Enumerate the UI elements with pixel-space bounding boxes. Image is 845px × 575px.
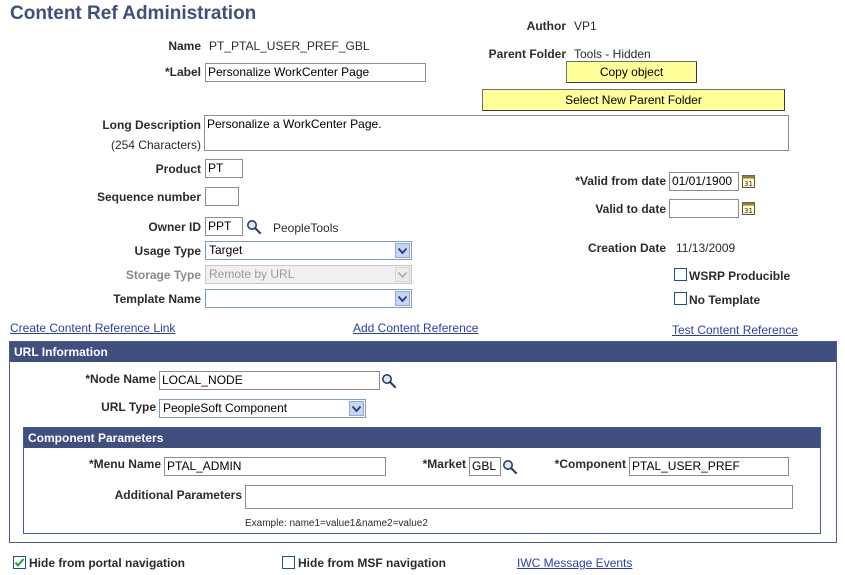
no-template-label: No Template [689,293,761,307]
hide-from-portal-checkbox[interactable] [13,556,26,569]
component-parameters-header: Component Parameters [24,428,820,448]
sequence-number-label: Sequence number [96,190,201,204]
copy-object-button[interactable]: Copy object [566,61,697,83]
long-description-label: Long Description [102,118,201,132]
calendar-icon[interactable]: 31 [742,175,755,188]
create-content-reference-link[interactable]: Create Content Reference Link [10,321,175,335]
add-content-reference-link[interactable]: Add Content Reference [353,321,478,335]
additional-parameters-example: Example: name1=value1&name2=value2 [245,518,428,529]
storage-type-label: Storage Type [125,268,201,282]
node-name-label: *Node Name [85,372,156,386]
parent-folder-label: Parent Folder [488,47,566,61]
additional-parameters-label: Additional Parameters [114,488,242,502]
owner-id-description: PeopleTools [273,221,339,235]
iwc-message-events-link[interactable]: IWC Message Events [517,556,632,570]
chevron-down-icon[interactable] [349,401,364,416]
storage-type-value: Remote by URL [209,267,295,281]
long-description-limit: (254 Characters) [110,138,201,152]
sequence-number-input[interactable] [205,187,239,206]
owner-id-lookup-icon[interactable] [246,219,262,235]
wsrp-producible-label: WSRP Producible [689,269,791,283]
hide-from-msf-label: Hide from MSF navigation [298,556,447,570]
author-label: Author [526,19,566,33]
creation-date-label: Creation Date [587,241,666,255]
checkmark-icon [14,558,25,568]
calendar-icon[interactable]: 31 [742,202,755,215]
valid-to-date-input[interactable] [669,199,739,218]
usage-type-label: Usage Type [134,244,201,258]
valid-to-date-label: Valid to date [595,202,666,216]
product-input[interactable]: PT [205,159,243,178]
label-label: *Label [164,65,201,79]
wsrp-producible-checkbox[interactable] [674,268,687,281]
url-type-label: URL Type [101,400,156,414]
chevron-down-icon[interactable] [395,291,410,306]
product-label: Product [155,162,201,176]
valid-from-date-input[interactable]: 01/01/1900 [669,172,739,191]
parent-folder-value: Tools - Hidden [574,47,651,61]
url-information-header: URL Information [10,342,836,362]
no-template-checkbox[interactable] [674,292,687,305]
template-name-select[interactable] [205,289,412,308]
additional-parameters-input[interactable] [245,485,793,509]
name-label: Name [168,39,201,53]
node-name-input[interactable]: LOCAL_NODE [159,371,380,390]
owner-id-label: Owner ID [148,220,201,234]
market-lookup-icon[interactable] [502,459,518,475]
market-input[interactable]: GBL [469,457,501,476]
market-label: *Market [422,457,466,471]
svg-text:31: 31 [744,180,753,188]
owner-id-input[interactable]: PPT [205,217,243,236]
hide-from-msf-checkbox[interactable] [282,556,295,569]
usage-type-select[interactable]: Target [205,241,412,260]
author-value: VP1 [574,19,597,33]
node-name-lookup-icon[interactable] [381,373,397,389]
valid-from-date-label: *Valid from date [575,174,666,188]
test-content-reference-link[interactable]: Test Content Reference [672,323,798,337]
chevron-down-icon[interactable] [395,243,410,258]
long-description-input[interactable]: Personalize a WorkCenter Page. [204,115,789,151]
usage-type-value: Target [209,243,243,257]
name-value: PT_PTAL_USER_PREF_GBL [209,39,370,53]
menu-name-label: *Menu Name [88,457,161,471]
creation-date-value: 11/13/2009 [676,241,736,255]
label-input[interactable]: Personalize WorkCenter Page [205,63,426,82]
url-type-value: PeopleSoft Component [163,401,288,415]
template-name-label: Template Name [113,292,201,306]
url-type-select[interactable]: PeopleSoft Component [159,399,366,418]
storage-type-select: Remote by URL [205,265,412,284]
page-title: Content Ref Administration [10,3,257,24]
select-new-parent-folder-button[interactable]: Select New Parent Folder [482,89,785,111]
component-label: *Component [554,457,626,471]
chevron-down-icon [395,267,410,282]
component-input[interactable]: PTAL_USER_PREF [629,457,789,476]
hide-from-portal-label: Hide from portal navigation [29,556,186,570]
svg-text:31: 31 [744,207,753,215]
menu-name-input[interactable]: PTAL_ADMIN [164,457,386,476]
